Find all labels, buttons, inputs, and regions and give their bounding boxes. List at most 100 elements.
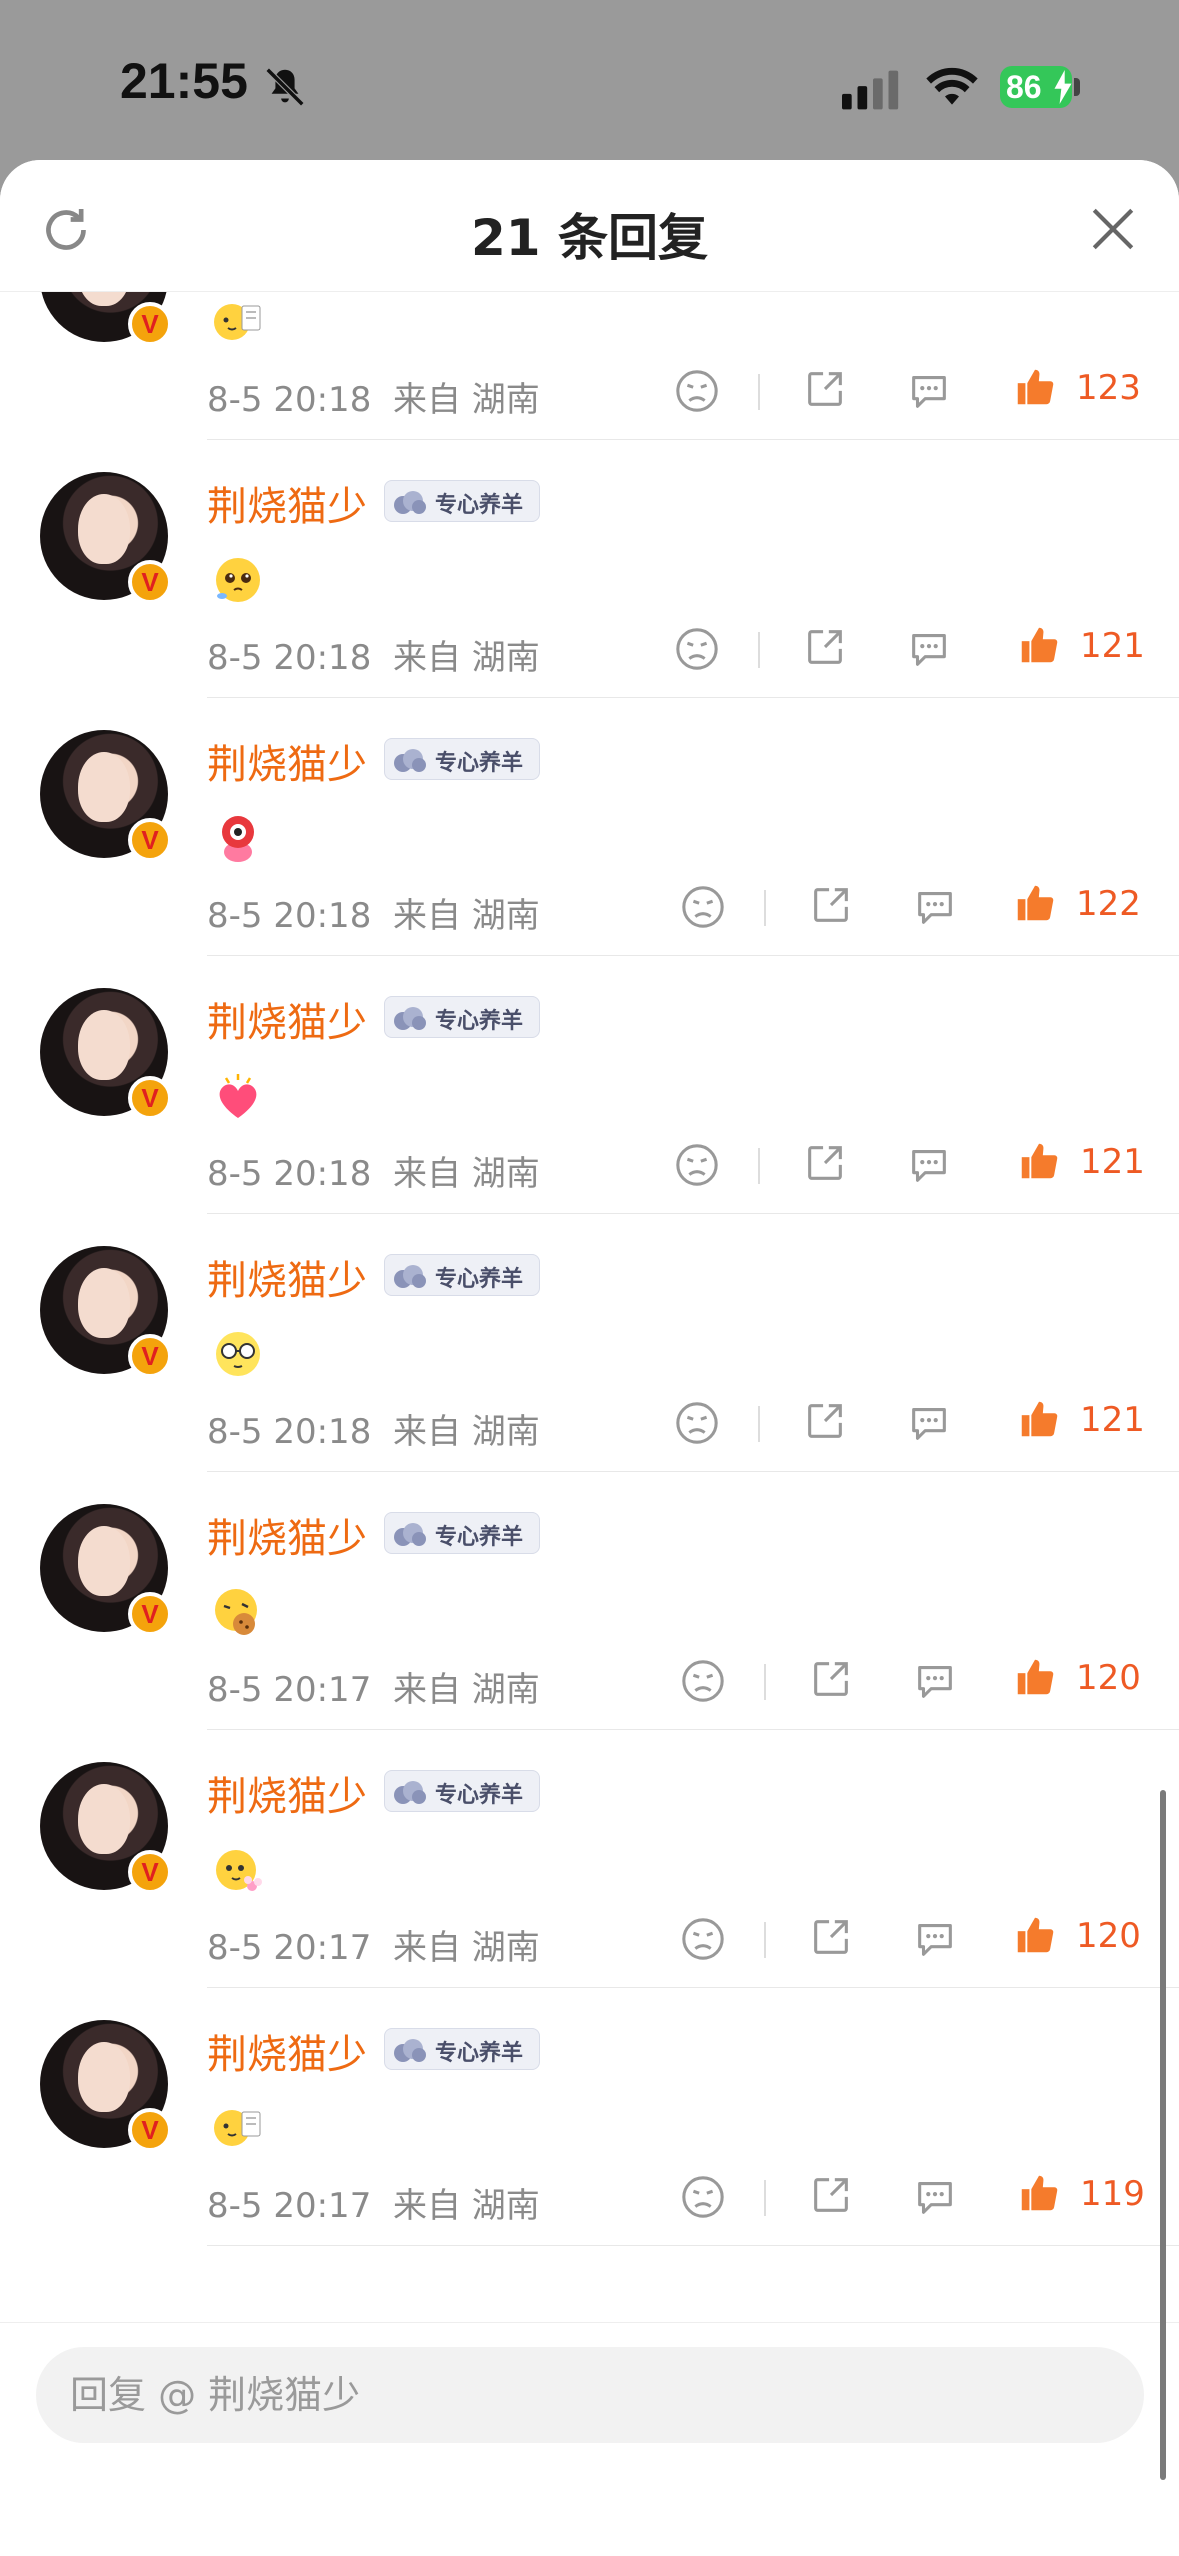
reply-list[interactable]: V 荆烧猫少 专心养羊 8-5 20:18 来自 湖南 123 V 荆烧猫少 专…	[0, 292, 1179, 2322]
reply-location: 来自 湖南	[392, 896, 540, 936]
avatar[interactable]: V	[40, 472, 172, 604]
battery-cap	[1074, 78, 1080, 96]
username[interactable]: 荆烧猫少	[207, 2022, 367, 2080]
dislike-icon[interactable]	[680, 2174, 726, 2220]
avatar[interactable]: V	[40, 988, 172, 1120]
reply-item[interactable]: V 荆烧猫少 专心养羊 8-5 20:18 来自 湖南 121	[0, 1214, 1179, 1472]
emoji-sticker-holding-card	[214, 304, 261, 340]
share-icon[interactable]	[808, 2172, 854, 2218]
share-icon[interactable]	[808, 882, 854, 928]
avatar-face	[78, 1010, 130, 1080]
status-bar: 21:55 86	[0, 0, 1179, 160]
username[interactable]: 荆烧猫少	[207, 732, 367, 790]
wifi-icon	[926, 67, 978, 105]
like-icon[interactable]	[1012, 364, 1058, 410]
like-icon[interactable]	[1012, 1654, 1058, 1700]
dislike-icon[interactable]	[680, 1916, 726, 1962]
reply-item[interactable]: V 荆烧猫少 专心养羊 8-5 20:18 来自 湖南 122	[0, 698, 1179, 956]
like-icon[interactable]	[1016, 1396, 1062, 1442]
like-icon[interactable]	[1012, 1912, 1058, 1958]
like-count[interactable]: 120	[1076, 1916, 1141, 1956]
comment-icon[interactable]	[912, 1916, 958, 1962]
battery-level: 86	[1006, 68, 1042, 105]
like-icon[interactable]	[1012, 880, 1058, 926]
close-icon[interactable]	[1088, 204, 1138, 254]
avatar[interactable]: V	[40, 1762, 172, 1894]
reply-date: 8-5 20:18	[207, 380, 372, 420]
like-count[interactable]: 122	[1076, 884, 1141, 924]
dislike-icon[interactable]	[674, 626, 720, 672]
like-count[interactable]: 121	[1080, 1400, 1145, 1440]
action-divider	[758, 374, 760, 410]
row-divider	[207, 2245, 1179, 2246]
reply-meta: 8-5 20:18 来自 湖南	[207, 1404, 540, 1453]
reply-meta: 8-5 20:18 来自 湖南	[207, 888, 540, 937]
status-time: 21:55	[120, 53, 248, 109]
reply-item[interactable]: V 荆烧猫少 专心养羊 8-5 20:18 来自 湖南 123	[0, 292, 1179, 440]
emoji-eating-cookie	[215, 1589, 257, 1635]
fan-tag[interactable]: 专心养羊	[384, 480, 540, 522]
like-count[interactable]: 120	[1076, 1658, 1141, 1698]
like-count[interactable]: 123	[1076, 368, 1141, 408]
reply-footer	[0, 2322, 1179, 2556]
reply-item[interactable]: V 荆烧猫少 专心养羊 8-5 20:18 来自 湖南 121	[0, 440, 1179, 698]
comment-icon[interactable]	[912, 2174, 958, 2220]
share-icon[interactable]	[808, 1656, 854, 1702]
reply-item[interactable]: V 荆烧猫少 专心养羊 8-5 20:17 来自 湖南 120	[0, 1730, 1179, 1988]
share-icon[interactable]	[808, 1914, 854, 1960]
dislike-icon[interactable]	[674, 368, 720, 414]
reply-item[interactable]: V 荆烧猫少 专心养羊 8-5 20:17 来自 湖南 119	[0, 1988, 1179, 2246]
like-count[interactable]: 119	[1080, 2174, 1145, 2214]
comment-icon[interactable]	[912, 884, 958, 930]
fan-tag[interactable]: 专心养羊	[384, 738, 540, 780]
verified-badge-icon: V	[128, 2108, 172, 2152]
avatar[interactable]: V	[40, 1504, 172, 1636]
comment-icon[interactable]	[906, 368, 952, 414]
comment-icon[interactable]	[906, 626, 952, 672]
dislike-icon[interactable]	[674, 1142, 720, 1188]
dislike-icon[interactable]	[674, 1400, 720, 1446]
verified-badge-icon: V	[128, 1334, 172, 1378]
fan-tag[interactable]: 专心养羊	[384, 1254, 540, 1296]
comment-icon[interactable]	[912, 1658, 958, 1704]
username[interactable]: 荆烧猫少	[207, 1764, 367, 1822]
username[interactable]: 荆烧猫少	[207, 1506, 367, 1564]
reply-input[interactable]	[36, 2347, 1144, 2443]
sheet-header: 21 条回复	[0, 160, 1179, 292]
fan-tag[interactable]: 专心养羊	[384, 1770, 540, 1812]
emoji-pink-heart	[219, 1074, 257, 1118]
reply-item[interactable]: V 荆烧猫少 专心养羊 8-5 20:17 来自 湖南 120	[0, 1472, 1179, 1730]
like-icon[interactable]	[1016, 2170, 1062, 2216]
like-count[interactable]: 121	[1080, 1142, 1145, 1182]
comment-icon[interactable]	[906, 1142, 952, 1188]
avatar[interactable]: V	[40, 1246, 172, 1378]
action-divider	[764, 890, 766, 926]
reply-meta: 8-5 20:17 来自 湖南	[207, 1920, 540, 1969]
avatar[interactable]: V	[40, 2020, 172, 2152]
avatar[interactable]: V	[40, 292, 172, 346]
username[interactable]: 荆烧猫少	[207, 990, 367, 1048]
like-count[interactable]: 121	[1080, 626, 1145, 666]
fan-tag[interactable]: 专心养羊	[384, 1512, 540, 1554]
emoji-cute-pleading-face	[216, 558, 260, 602]
verified-badge-icon: V	[128, 1850, 172, 1894]
share-icon[interactable]	[802, 366, 848, 412]
like-icon[interactable]	[1016, 622, 1062, 668]
cloud-icon	[389, 1003, 431, 1035]
share-icon[interactable]	[802, 1398, 848, 1444]
scrollbar[interactable]	[1160, 1790, 1166, 2480]
dislike-icon[interactable]	[680, 884, 726, 930]
fan-tag[interactable]: 专心养羊	[384, 996, 540, 1038]
username[interactable]: 荆烧猫少	[207, 474, 367, 532]
share-icon[interactable]	[802, 624, 848, 670]
username[interactable]: 荆烧猫少	[207, 1248, 367, 1306]
tag-label: 专心养羊	[435, 1783, 524, 1808]
fan-tag[interactable]: 专心养羊	[384, 2028, 540, 2070]
reply-item[interactable]: V 荆烧猫少 专心养羊 8-5 20:18 来自 湖南 121	[0, 956, 1179, 1214]
cloud-icon	[389, 1261, 431, 1293]
like-icon[interactable]	[1016, 1138, 1062, 1184]
dislike-icon[interactable]	[680, 1658, 726, 1704]
comment-icon[interactable]	[906, 1400, 952, 1446]
share-icon[interactable]	[802, 1140, 848, 1186]
avatar[interactable]: V	[40, 730, 172, 862]
